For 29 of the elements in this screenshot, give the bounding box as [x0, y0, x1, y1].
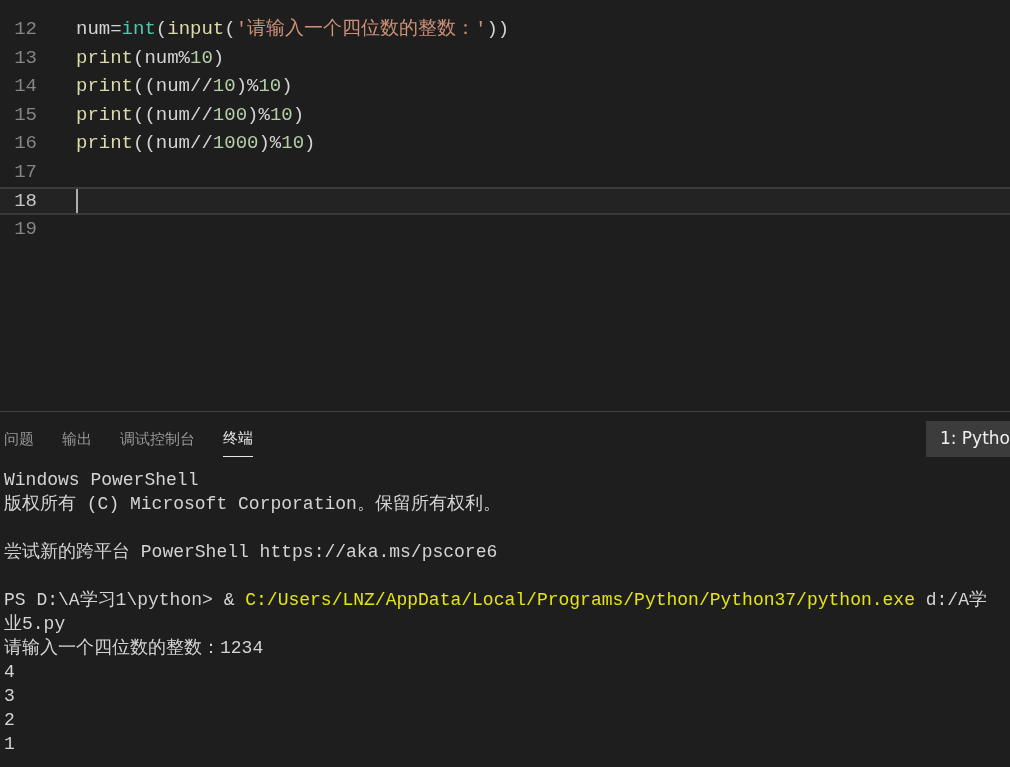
text-cursor — [76, 188, 78, 213]
terminal-line: 版权所有 (C) Microsoft Corporation。保留所有权利。 — [4, 493, 502, 516]
line-number: 18 — [13, 188, 37, 214]
line-number: 19 — [13, 217, 37, 243]
terminal-line: 2 — [4, 709, 16, 732]
terminal-line: 请输入一个四位数的整数：1234 — [4, 637, 265, 660]
line-number: 16 — [13, 131, 37, 157]
line-number: 14 — [13, 74, 37, 100]
line-number: 13 — [13, 45, 37, 71]
code-line: print((num//1000)%10) — [76, 131, 316, 157]
code-line: num=int(input('请输入一个四位数的整数：')) — [76, 17, 510, 43]
terminal-line: Windows PowerShell — [4, 469, 200, 492]
panel-tab[interactable]: 问题 — [4, 421, 34, 457]
code-line: print((num//10)%10) — [76, 74, 293, 100]
terminal-line: 3 — [4, 685, 16, 708]
panel-tab[interactable]: 输出 — [62, 421, 92, 457]
terminal-dropdown[interactable]: 1: Pytho — [925, 421, 1010, 457]
line-number: 15 — [13, 102, 37, 128]
terminal-line: PS D:\A学习1\python> & C:/Users/LNZ/AppData/Local/Programs/Python/Python37/python.exe d:/A学 — [4, 589, 988, 612]
line-number: 17 — [13, 160, 37, 185]
terminal-line: 尝试新的跨平台 PowerShell https://aka.ms/pscore6 — [4, 541, 499, 564]
terminal-line: 业5.py — [4, 613, 67, 636]
terminal-line: 4 — [4, 661, 16, 684]
terminal-line: 1 — [4, 733, 16, 756]
code-line: print(num%10) — [76, 45, 225, 71]
panel-tab[interactable]: 调试控制台 — [120, 421, 195, 457]
code-line: print((num//100)%10) — [76, 102, 305, 128]
line-number: 12 — [13, 17, 37, 43]
panel-tab[interactable]: 终端 — [223, 421, 253, 457]
